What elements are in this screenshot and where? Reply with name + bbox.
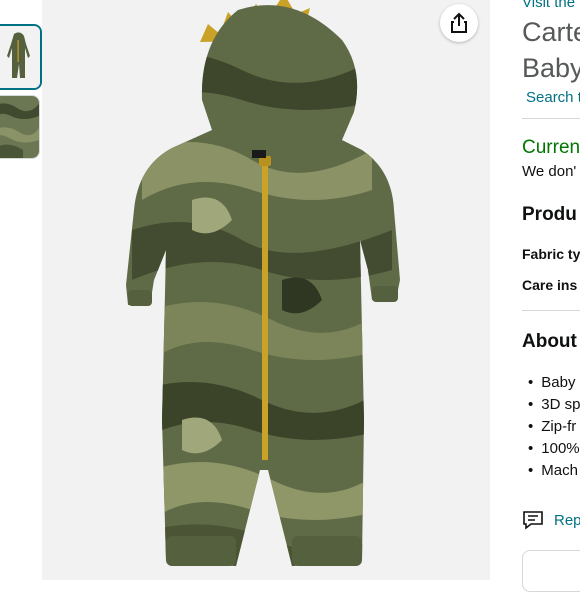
divider [522, 310, 580, 311]
list-item: Baby [528, 372, 580, 394]
availability-status: Curren [522, 137, 580, 158]
list-item: 100% [528, 438, 580, 460]
search-link[interactable]: Search t [526, 89, 580, 106]
thumbnail-fabric-detail[interactable] [0, 95, 40, 159]
thumbnail-fabric-image [0, 96, 39, 158]
visit-store-link[interactable]: Visit the [522, 0, 575, 11]
share-button[interactable] [440, 4, 478, 42]
share-icon [451, 12, 467, 33]
list-item: 3D sp [528, 394, 580, 416]
feedback-icon [523, 511, 543, 530]
about-bullet-list: Baby 3D sp Zip-fr 100% Mach [528, 372, 580, 482]
product-title-line-1: Carte [522, 17, 580, 47]
thumbnail-strip [0, 0, 44, 580]
report-issue-link[interactable]: Rep [522, 510, 580, 530]
product-title-line-2: Baby [522, 53, 580, 83]
list-item: Mach [528, 460, 580, 482]
buy-box-card [522, 550, 580, 592]
care-instructions-label: Care ins [522, 277, 578, 293]
product-info-panel: Visit the Carte Baby Search t Curren We … [522, 0, 580, 592]
thumbnail-front-view[interactable] [0, 24, 42, 90]
about-item-heading: About [522, 331, 577, 352]
availability-note: We don' [522, 163, 577, 180]
fabric-type-label: Fabric ty [522, 246, 580, 262]
list-item: Zip-fr [528, 416, 580, 438]
thumbnail-front-image [0, 26, 40, 88]
main-product-image[interactable] [42, 0, 490, 580]
report-label: Rep [554, 511, 580, 529]
product-details-heading: Produ [522, 204, 577, 225]
camo-romper-image [126, 0, 400, 567]
divider [522, 118, 580, 119]
